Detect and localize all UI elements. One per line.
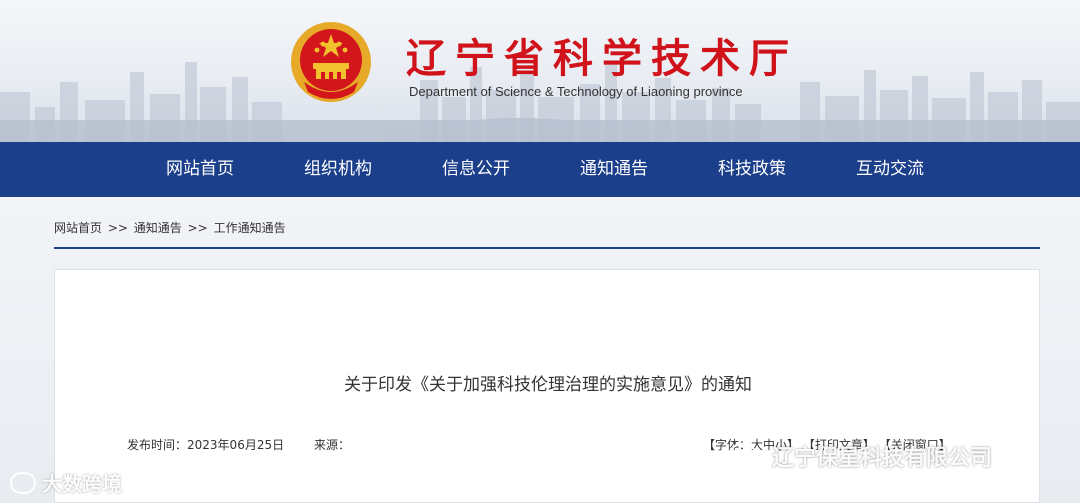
breadcrumb-home[interactable]: 网站首页 xyxy=(54,221,102,235)
breadcrumb: 网站首页 >> 通知通告 >> 工作通知通告 xyxy=(54,219,288,236)
watermark-left: 大数跨境 xyxy=(10,468,122,497)
wechat-icon xyxy=(730,442,764,468)
nav-item-notices[interactable]: 通知通告 xyxy=(580,142,648,197)
breadcrumb-divider xyxy=(54,247,1040,249)
national-emblem-icon xyxy=(291,22,371,102)
breadcrumb-separator: >> xyxy=(107,221,128,235)
breadcrumb-separator: >> xyxy=(187,221,208,235)
article-title: 关于印发《关于加强科技伦理治理的实施意见》的通知 xyxy=(344,375,752,395)
breadcrumb-notices[interactable]: 通知通告 xyxy=(134,221,182,235)
nav-item-organization[interactable]: 组织机构 xyxy=(304,142,372,197)
weibo-icon xyxy=(10,471,36,494)
site-header: 辽宁省科学技术厅 Department of Science & Technol… xyxy=(0,0,1080,142)
main-nav: 网站首页 组织机构 信息公开 通知通告 科技政策 互动交流 xyxy=(0,142,1080,197)
nav-item-home[interactable]: 网站首页 xyxy=(166,142,234,197)
article-meta: 发布时间：2023年06月25日 来源： xyxy=(127,436,350,453)
nav-item-tech-policy[interactable]: 科技政策 xyxy=(718,142,786,197)
publish-time-label: 发布时间： xyxy=(127,438,188,452)
watermark-right: 辽宁保星科技有限公司 xyxy=(730,440,992,472)
nav-item-interaction[interactable]: 互动交流 xyxy=(856,142,924,197)
site-title: 辽宁省科学技术厅 xyxy=(406,36,798,82)
breadcrumb-work-notices[interactable]: 工作通知通告 xyxy=(214,221,286,235)
site-subtitle: Department of Science & Technology of Li… xyxy=(409,84,743,99)
watermark-left-text: 大数跨境 xyxy=(42,472,122,496)
publish-date: 2023年06月25日 xyxy=(187,438,285,452)
nav-item-info-disclosure[interactable]: 信息公开 xyxy=(442,142,510,197)
watermark-right-text: 辽宁保星科技有限公司 xyxy=(772,446,993,471)
source-label: 来源： xyxy=(313,438,350,452)
